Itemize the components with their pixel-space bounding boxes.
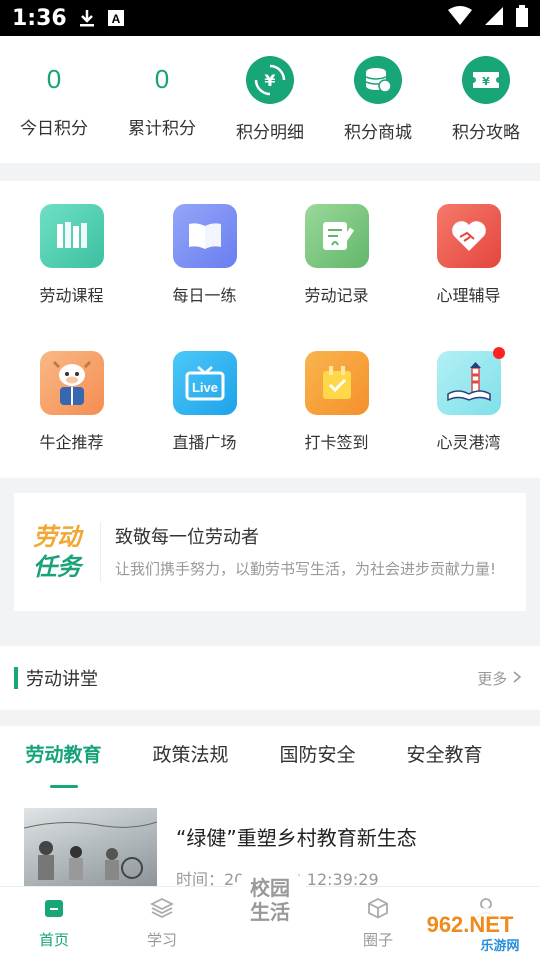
- points-mall-button[interactable]: 积分商城: [324, 36, 432, 163]
- grid-item-live[interactable]: Live 直播广场: [137, 351, 272, 453]
- layers-icon: [149, 897, 175, 923]
- grid-label: 劳动课程: [39, 286, 104, 305]
- grid-label: 劳动记录: [304, 286, 369, 305]
- points-detail-label: 积分明细: [236, 123, 304, 143]
- tab-labor-education[interactable]: 劳动教育: [0, 726, 127, 788]
- grid-label: 心灵港湾: [436, 433, 501, 452]
- logo-line-1: 校园: [250, 876, 290, 900]
- grid-item-counseling[interactable]: 心理辅导: [401, 204, 536, 306]
- labor-task-badge: 劳动 任务: [14, 522, 100, 582]
- home-icon: [42, 897, 66, 923]
- tab-policy[interactable]: 政策法规: [127, 726, 254, 788]
- section-header: 劳动讲堂 更多: [0, 646, 540, 710]
- points-guide-label: 积分攻略: [452, 123, 520, 143]
- total-points-value: 0: [154, 64, 170, 94]
- checkin-calendar-icon: [304, 351, 369, 415]
- chevron-right-icon: [512, 670, 522, 688]
- today-points-label: 今日积分: [20, 119, 88, 139]
- grid-item-harbor[interactable]: 心灵港湾: [401, 347, 536, 453]
- notepad-pen-icon: [304, 204, 369, 268]
- coin-stack-icon: [354, 56, 402, 104]
- article-title[interactable]: “绿健”重塑乡村教育新生态: [176, 822, 417, 851]
- svg-text:Live: Live: [191, 380, 217, 395]
- site-watermark: 962.NET 乐游网: [400, 900, 540, 956]
- divider: [100, 522, 101, 582]
- total-points-label: 累计积分: [128, 119, 196, 139]
- badge-line-1: 劳动: [33, 523, 81, 551]
- grid-item-checkin[interactable]: 打卡签到: [269, 351, 404, 453]
- grid-item-enterprise[interactable]: 牛企推荐: [4, 351, 139, 453]
- today-points-value: 0: [46, 64, 62, 94]
- battery-icon: [516, 5, 528, 31]
- red-dot-badge: [492, 347, 505, 359]
- status-time: 1:36: [12, 5, 67, 31]
- logo-line-2: 生活: [250, 900, 290, 924]
- grid-item-labor-record[interactable]: 劳动记录: [269, 204, 404, 306]
- nav-circle-label: 圈子: [362, 931, 393, 949]
- grid-item-labor-course[interactable]: 劳动课程: [4, 204, 139, 306]
- banner-title: 致敬每一位劳动者: [115, 527, 259, 548]
- grid-label: 每日一练: [172, 286, 237, 305]
- books-icon: [39, 204, 104, 268]
- notification-a-icon: A: [107, 9, 125, 27]
- svg-text:¥: ¥: [264, 71, 275, 90]
- watermark-sub: 乐游网: [480, 938, 519, 954]
- more-link[interactable]: 更多: [477, 668, 522, 689]
- tab-defense[interactable]: 国防安全: [254, 726, 381, 788]
- svg-text:¥: ¥: [482, 75, 490, 88]
- badge-line-2: 任务: [33, 553, 81, 581]
- campus-life-logo[interactable]: 校园 生活: [232, 862, 308, 938]
- ticket-icon: ¥: [462, 56, 510, 104]
- points-detail-button[interactable]: ¥ 积分明细: [216, 36, 324, 163]
- grid-label: 心理辅导: [436, 286, 501, 305]
- status-bar: 1:36 A: [0, 0, 540, 36]
- download-icon: [77, 8, 97, 28]
- live-tv-icon: Live: [172, 351, 237, 415]
- total-points[interactable]: 0 累计积分: [108, 36, 216, 163]
- yuan-cycle-icon: ¥: [246, 56, 294, 104]
- section-title: 劳动讲堂: [26, 669, 98, 690]
- cube-icon: [366, 897, 390, 923]
- nav-study-label: 学习: [146, 931, 177, 949]
- section-accent-bar: [14, 667, 18, 689]
- points-card: 0 今日积分 0 累计积分 ¥ 积分明细 积分商城 ¥ 积分攻略: [0, 36, 540, 163]
- grid-label: 打卡签到: [304, 433, 369, 452]
- tab-row: 劳动教育 政策法规 国防安全 安全教育: [0, 726, 540, 788]
- more-label: 更多: [477, 669, 508, 688]
- lighthouse-icon: [436, 347, 505, 415]
- banner-text: 致敬每一位劳动者 让我们携手努力，以勤劳书写生活，为社会进步贡献力量!: [115, 523, 505, 581]
- article-thumbnail: [24, 808, 157, 888]
- signal-icon: [484, 6, 504, 30]
- grid-item-daily-practice[interactable]: 每日一练: [137, 204, 272, 306]
- banner-subtitle: 让我们携手努力，以勤劳书写生活，为社会进步贡献力量!: [115, 560, 497, 578]
- nav-study[interactable]: 学习: [108, 887, 216, 960]
- watermark-text: 962.NET: [427, 912, 514, 937]
- labor-task-banner[interactable]: 劳动 任务 致敬每一位劳动者 让我们携手努力，以勤劳书写生活，为社会进步贡献力量…: [14, 493, 526, 611]
- nav-home[interactable]: 首页: [0, 887, 108, 960]
- feature-grid: 劳动课程 每日一练 劳动记录 心理辅导 牛企推荐 Live 直播广场 打卡签到 …: [0, 181, 540, 478]
- nav-home-label: 首页: [38, 931, 69, 949]
- open-book-icon: [172, 204, 237, 268]
- points-guide-button[interactable]: ¥ 积分攻略: [432, 36, 540, 163]
- grid-label: 牛企推荐: [39, 433, 104, 452]
- today-points[interactable]: 0 今日积分: [0, 36, 108, 163]
- wifi-icon: [448, 6, 472, 30]
- tab-safety[interactable]: 安全教育: [381, 726, 508, 788]
- grid-label: 直播广场: [172, 433, 237, 452]
- article-item[interactable]: [24, 808, 157, 888]
- heart-handshake-icon: [436, 204, 501, 268]
- points-mall-label: 积分商城: [344, 123, 412, 143]
- cow-mascot-icon: [39, 351, 104, 415]
- svg-text:A: A: [111, 12, 120, 26]
